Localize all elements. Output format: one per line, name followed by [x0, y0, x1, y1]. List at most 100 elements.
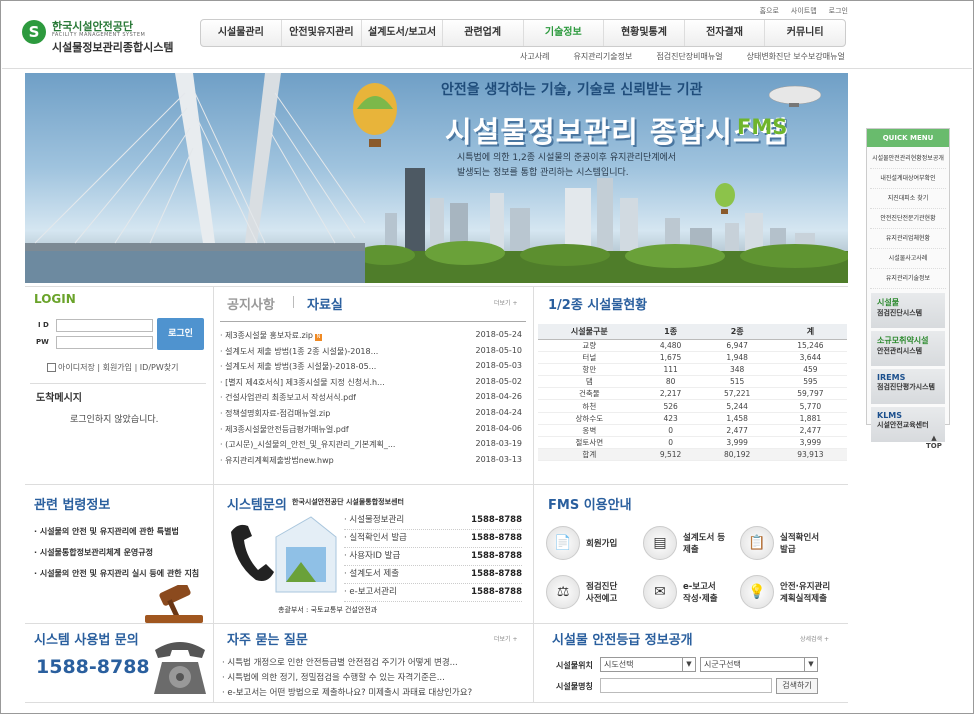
facility-name-input[interactable] — [600, 678, 772, 693]
login-link[interactable]: 로그인 — [829, 6, 848, 16]
banner-title-abbr: FMS — [737, 115, 788, 139]
login-title: LOGIN — [34, 292, 76, 306]
gavel-icon — [145, 585, 203, 623]
stats-title: 1/2종 시설물현황 — [548, 298, 648, 313]
nav-facility-management[interactable]: 시설물관리 — [201, 20, 282, 46]
scroll-top-button[interactable]: ▲ TOP — [926, 434, 942, 450]
nav-e-approval[interactable]: 전자결재 — [685, 20, 766, 46]
quick-banner-small-facility[interactable]: 소규모취약시설 안전관리시스템 — [871, 331, 945, 366]
law-link[interactable]: · 시설물의 안전 및 유지관리 실시 등에 관한 지침 — [34, 569, 204, 579]
list-item[interactable]: · (고시문)_시설물의_안전_및_유지관리_기본계획_... 2018-03-1… — [220, 439, 522, 455]
location-label: 시설물위치 — [556, 661, 593, 670]
subnav-equipment-manual[interactable]: 점검진단장비매뉴얼 — [656, 51, 722, 62]
quick-link-maintenance-firms[interactable]: 유지관리업체현황 — [870, 229, 946, 249]
quick-link-accident-cases[interactable]: 시설물사고사례 — [870, 249, 946, 269]
quick-banner-sublabel: 시설안전교육센터 — [877, 421, 929, 429]
list-item[interactable]: · 설계도서 제출 방법(1종 2종 시설물)-2018... 2018-05-1… — [220, 346, 522, 362]
table-row: 터널 1,675 1,948 3,644 — [538, 351, 847, 364]
subnav-repair-manual[interactable]: 상태변화진단 보수보강매뉴얼 — [747, 51, 845, 62]
up-arrow-icon: ▲ — [931, 434, 937, 442]
column-divider — [533, 286, 534, 702]
clipboard-icon: 📋 — [740, 526, 774, 560]
list-item[interactable]: · 설계도서 제출 방법(3종 시설물)-2018-05... 2018-05-0… — [220, 361, 522, 377]
nav-community[interactable]: 커뮤니티 — [765, 20, 845, 46]
house-phone-illustration — [231, 516, 337, 593]
table-row: 하천 526 5,244 5,770 — [538, 399, 847, 413]
contact-title: 시스템 사용법 문의 — [34, 633, 139, 648]
tab-resources[interactable]: 자료실 — [307, 294, 343, 313]
faq-list: · 시특법 개정으로 인한 안전등급별 안전점검 주기가 어떻게 변경... ·… — [222, 656, 526, 701]
guide-certificate[interactable]: 📋 실적확인서 발급 — [740, 526, 819, 560]
faq-item[interactable]: · e-보고서는 어떤 방법으로 제출하나요? 미제출시 과태료 대상인가요? — [222, 686, 526, 701]
guide-title: FMS 이용안내 — [548, 498, 632, 513]
contact-phone: 1588-8788 — [36, 656, 150, 678]
guide-e-report[interactable]: ✉ e-보고서 작성·제출 — [643, 575, 718, 609]
table-row: 건축물 2,217 57,221 59,797 — [538, 387, 847, 401]
site-logo[interactable]: S 한국시설안전공단 FACILITY MANAGEMENT SYSTEM 시설… — [22, 14, 192, 56]
table-row: 옹벽 0 2,477 2,477 — [538, 424, 847, 438]
faq-item[interactable]: · 시특법에 의한 정기, 정밀점검을 수행할 수 있는 자격기준은... — [222, 671, 526, 686]
list-item[interactable]: · 건설사업관리 최종보고서 작성서식.pdf 2018-04-26 — [220, 392, 522, 408]
search-button[interactable]: 검색하기 — [776, 678, 818, 694]
system-contact-list: · 시설물정보관리 1588-8788 · 실적확인서 발급 1588-8788 ·… — [344, 512, 522, 602]
nav-status-statistics[interactable]: 현황및통계 — [604, 20, 685, 46]
list-item[interactable]: · 정책설명회자료-점검매뉴얼.zip 2018-04-24 — [220, 408, 522, 424]
login-links[interactable]: 아이디저장 | 회원가입 | ID/PW찾기 — [58, 362, 178, 373]
guide-design-submit[interactable]: ▤ 설계도서 등 제출 — [643, 526, 725, 560]
guide-maintenance-plan[interactable]: 💡 안전·유지관리 계획실적제출 — [740, 575, 830, 609]
quick-link-safety-info[interactable]: 시설물안전관리현황정보공개 — [870, 149, 946, 169]
list-item[interactable]: · [별지 제4호서식] 제3종시설물 지정 신청서.h... 2018-05-0… — [220, 377, 522, 393]
list-item[interactable]: · 유지관리계획제출방법new.hwp 2018-03-13 — [220, 455, 522, 471]
column-header: 2종 — [700, 324, 774, 340]
law-link[interactable]: · 시설물통합정보관리체계 운영규정 — [34, 548, 204, 558]
list-item[interactable]: · 제3종시설물 홍보자료.zip N 2018-05-24 — [220, 330, 522, 346]
quick-link-diagnosis-orgs[interactable]: 안전진단전문기관현황 — [870, 209, 946, 229]
subnav-accident-cases[interactable]: 사고사례 — [520, 51, 549, 62]
quick-banner-irems[interactable]: IREMS 점검진단평가시스템 — [871, 369, 945, 404]
password-input[interactable] — [56, 336, 153, 349]
law-link[interactable]: · 시설물의 안전 및 유지관리에 관한 특별법 — [34, 527, 204, 537]
sido-select[interactable]: 시도선택 ▼ — [600, 657, 696, 672]
subnav-maintenance-tech[interactable]: 유지관리기술정보 — [573, 51, 632, 62]
tab-notices[interactable]: 공지사항 — [227, 294, 275, 313]
nav-tech-info[interactable]: 기술정보 — [524, 20, 605, 46]
chevron-down-icon: ▼ — [804, 658, 817, 671]
contact-row: · 설계도서 제출 1588-8788 — [344, 566, 522, 584]
row-divider — [25, 702, 848, 703]
quick-menu-title: QUICK MENU — [867, 129, 949, 147]
list-item[interactable]: · 제3종시설물안전등급평가매뉴얼.pdf 2018-04-06 — [220, 424, 522, 440]
telephone-icon — [231, 524, 274, 581]
nav-design-reports[interactable]: 설계도서/보고서 — [362, 20, 443, 46]
quick-banner-label: 시설물 — [877, 298, 900, 307]
id-input[interactable] — [56, 319, 153, 332]
sitemap-link[interactable]: 사이트맵 — [791, 6, 817, 16]
grade-detail-search-link[interactable]: 상세검색 + — [800, 634, 829, 643]
logo-english-name: FACILITY MANAGEMENT SYSTEM — [52, 32, 146, 38]
system-department: 총괄부서 : 국토교통부 건설안전과 — [278, 606, 378, 614]
quick-link-seismic-check[interactable]: 내진설계대상여부확인 — [870, 169, 946, 189]
faq-item[interactable]: · 시특법 개정으로 인한 안전등급별 안전점검 주기가 어떻게 변경... — [222, 656, 526, 671]
system-subtitle: 한국시설안전공단 시설물통합정보센터 — [292, 498, 404, 506]
contact-row: · 시설물정보관리 1588-8788 — [344, 512, 522, 530]
home-link[interactable]: 홈으로 — [760, 6, 779, 16]
guide-signup[interactable]: 📄 회원가입 — [546, 526, 617, 560]
quick-menu: QUICK MENU 시설물안전관리현황정보공개 내진설계대상여부확인 지진대피… — [866, 128, 950, 442]
faq-title: 자주 묻는 질문 — [227, 633, 308, 648]
quick-banner-inspection[interactable]: 시설물 점검진단시스템 — [871, 293, 945, 328]
quick-link-shelter[interactable]: 지진대피소 찾기 — [870, 189, 946, 209]
sigungu-select[interactable]: 시군구선택 ▼ — [700, 657, 818, 672]
login-divider — [30, 383, 206, 384]
nav-related-industry[interactable]: 관련업계 — [443, 20, 524, 46]
save-id-checkbox[interactable] — [47, 363, 56, 372]
law-list: · 시설물의 안전 및 유지관리에 관한 특별법 · 시설물통합정보관리체계 운… — [34, 527, 204, 590]
banner-description-2: 발생되는 정보를 통합 관리하는 시스템입니다. — [457, 168, 629, 178]
scale-icon: ⚖ — [546, 575, 580, 609]
faq-more-link[interactable]: 더보기 + — [494, 634, 518, 643]
quick-link-maintenance-tech[interactable]: 유지관리기술정보 — [870, 269, 946, 289]
top-label: TOP — [926, 442, 942, 450]
login-button[interactable]: 로그인 — [157, 318, 204, 350]
table-total-row: 합계 9,512 80,192 93,913 — [538, 448, 847, 462]
guide-inspection-notice[interactable]: ⚖ 점검진단 사전예고 — [546, 575, 617, 609]
nav-safety-maintenance[interactable]: 안전및유지관리 — [282, 20, 363, 46]
notices-more-link[interactable]: 더보기 + — [494, 298, 518, 307]
